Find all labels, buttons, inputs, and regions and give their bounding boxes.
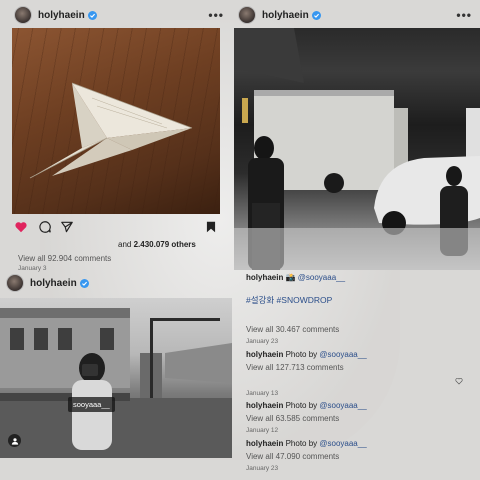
post-actions: [14, 220, 220, 236]
avatar[interactable]: [14, 6, 32, 24]
username[interactable]: holyhaein: [38, 10, 85, 21]
heart-outline-icon[interactable]: [455, 377, 463, 385]
post-caption: holyhaein Photo by @sooyaaa__: [246, 350, 367, 359]
caption-username[interactable]: holyhaein: [246, 439, 283, 448]
view-all-comments[interactable]: View all 92.904 comments: [18, 254, 111, 263]
post-date: January 23: [246, 338, 279, 345]
post-date: January 23: [246, 465, 279, 472]
username[interactable]: holyhaein: [262, 10, 309, 21]
caption-mention[interactable]: @sooyaaa__: [319, 439, 366, 448]
post-image-paper-airplane[interactable]: [12, 28, 220, 214]
comment-icon[interactable]: [38, 220, 52, 234]
caption-mention[interactable]: @sooyaaa__: [298, 273, 345, 282]
share-icon[interactable]: [60, 220, 74, 234]
bookmark-icon[interactable]: [204, 220, 218, 234]
post-image-rooftop[interactable]: sooyaaa__: [0, 298, 232, 458]
verified-icon: [79, 278, 89, 288]
username[interactable]: holyhaein: [30, 278, 77, 289]
caption-text: Photo by: [285, 401, 318, 410]
post-header: holyhaein •••: [238, 2, 480, 28]
avatar[interactable]: [238, 6, 256, 24]
paper-airplane-illustration: [29, 82, 193, 179]
verified-icon: [311, 10, 321, 20]
likes-prefix: and: [118, 240, 132, 249]
caption-username[interactable]: holyhaein: [246, 401, 283, 410]
post-header: holyhaein: [6, 270, 232, 296]
post-date: January 13: [246, 390, 279, 397]
caption-username[interactable]: holyhaein: [246, 273, 283, 282]
post-image-night-scene[interactable]: [234, 28, 480, 270]
view-all-comments[interactable]: View all 63.585 comments: [246, 414, 339, 423]
post-caption: holyhaein 📸 @sooyaaa__: [246, 273, 345, 282]
night-scene-illustration: [234, 28, 480, 270]
post-caption: holyhaein Photo by @sooyaaa__: [246, 401, 367, 410]
post-date: January 12: [246, 427, 279, 434]
verified-icon: [87, 10, 97, 20]
left-column: holyhaein ••• and 2.430.079 others View …: [0, 0, 232, 480]
view-all-comments[interactable]: View all 127.713 comments: [246, 363, 344, 372]
post-caption: holyhaein Photo by @sooyaaa__: [246, 439, 367, 448]
user-tag-label[interactable]: sooyaaa__: [68, 397, 115, 412]
caption-text: Photo by: [285, 350, 318, 359]
heart-icon[interactable]: [14, 220, 28, 234]
avatar[interactable]: [6, 274, 24, 292]
caption-username[interactable]: holyhaein: [246, 350, 283, 359]
caption-mention[interactable]: @sooyaaa__: [319, 401, 366, 410]
more-options-icon[interactable]: •••: [456, 8, 472, 22]
caption-mention[interactable]: @sooyaaa__: [319, 350, 366, 359]
caption-text: Photo by: [285, 439, 318, 448]
rooftop-illustration: [0, 308, 232, 458]
view-all-comments[interactable]: View all 30.467 comments: [246, 325, 339, 334]
tagged-user-icon[interactable]: [8, 434, 21, 447]
camera-icon: 📸: [285, 273, 296, 282]
likes-number: 2.430.079: [133, 240, 170, 249]
likes-count[interactable]: and 2.430.079 others: [118, 240, 196, 249]
right-column: holyhaein ••• holyhaein 📸 @sooyaaa__ #설강…: [234, 0, 480, 480]
view-all-comments[interactable]: View all 47.090 comments: [246, 452, 339, 461]
post-hashtags[interactable]: #설강화 #SNOWDROP: [246, 294, 332, 306]
likes-suffix: others: [171, 240, 196, 249]
more-options-icon[interactable]: •••: [208, 8, 224, 22]
post-header: holyhaein •••: [14, 2, 232, 28]
